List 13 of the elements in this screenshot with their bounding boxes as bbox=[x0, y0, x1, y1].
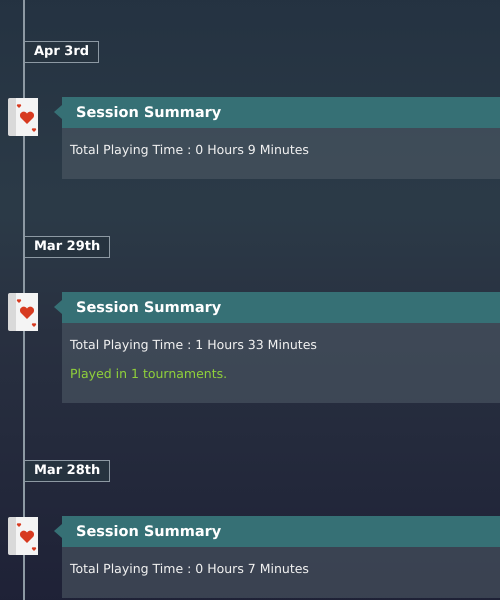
date-label: Mar 29th bbox=[24, 236, 110, 258]
playing-time-text: Total Playing Time : 1 Hours 33 Minutes bbox=[70, 337, 318, 352]
card-title: Session Summary bbox=[76, 300, 222, 316]
playing-time-text: Total Playing Time : 0 Hours 7 Minutes bbox=[70, 561, 310, 576]
card-title: Session Summary bbox=[76, 524, 222, 540]
playing-card-icon bbox=[8, 517, 38, 555]
playing-time-text: Total Playing Time : 0 Hours 9 Minutes bbox=[70, 142, 310, 157]
date-label: Mar 28th bbox=[24, 460, 110, 482]
date-label: Apr 3rd bbox=[24, 41, 100, 63]
playing-card-icon bbox=[8, 293, 38, 331]
card-title: Session Summary bbox=[76, 104, 222, 120]
tournament-note: Played in 1 tournaments. bbox=[70, 366, 228, 381]
playing-card-icon bbox=[8, 98, 38, 136]
